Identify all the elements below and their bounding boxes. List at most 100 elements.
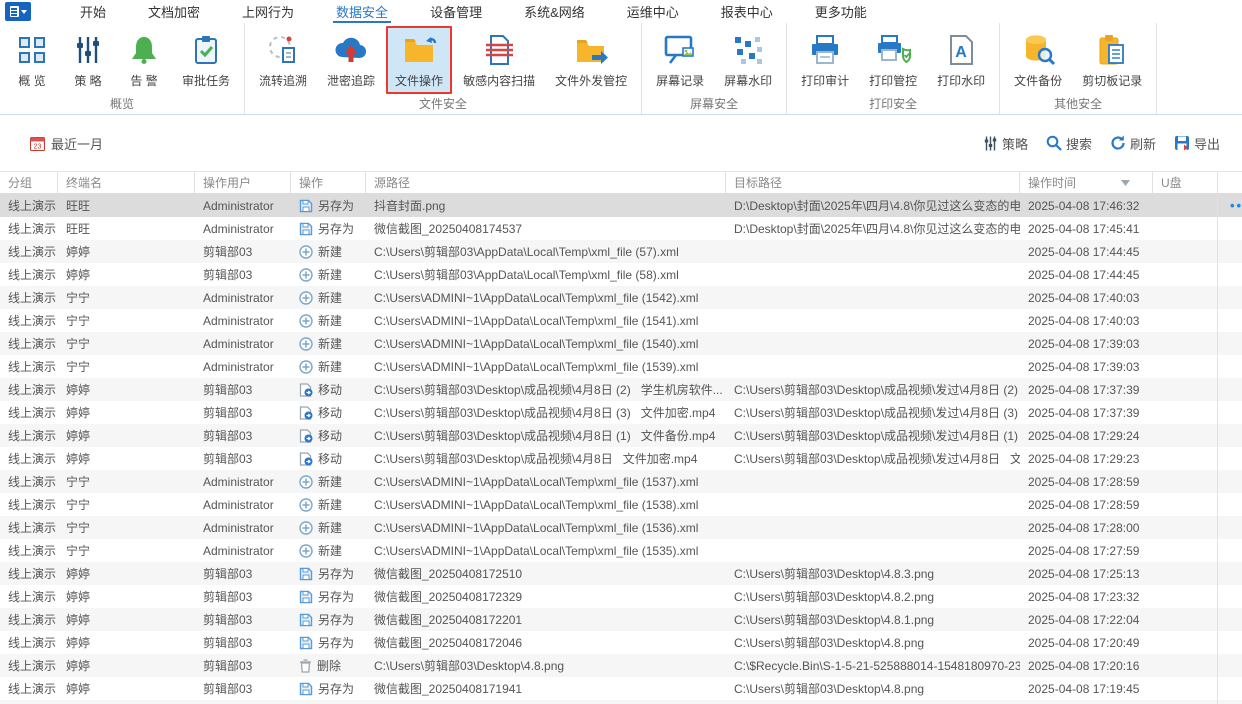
- table-row[interactable]: 线上演示婷婷剪辑部03: [0, 700, 1242, 704]
- table-row[interactable]: 线上演示婷婷剪辑部03另存为微信截图_20250408172201C:\User…: [0, 608, 1242, 631]
- menu-tab-5[interactable]: 设备管理: [409, 0, 503, 23]
- cell-source-path: C:\Users\剪辑部03\Desktop\成品视频\4月8日 (1) 文件备…: [366, 424, 726, 447]
- ribbon-button-label: 剪切板记录: [1082, 72, 1142, 89]
- menu-tab-1[interactable]: 开始: [59, 0, 127, 23]
- ribbon-button-clipboard-record[interactable]: 剪切板记录: [1073, 26, 1151, 94]
- menu-tab-2[interactable]: 文档加密: [127, 0, 221, 23]
- table-row[interactable]: 线上演示婷婷剪辑部03新建C:\Users\剪辑部03\AppData\Loca…: [0, 240, 1242, 263]
- operation-label: 新建: [318, 496, 342, 513]
- cell-time: 2025-04-08 17:20:16: [1020, 654, 1153, 677]
- search-button[interactable]: 搜索: [1046, 134, 1092, 153]
- cell-filler: [1218, 562, 1242, 585]
- ribbon-button-print-control[interactable]: 打印管控: [860, 26, 926, 94]
- ribbon-button-label: 打印审计: [801, 72, 849, 89]
- column-header-5[interactable]: 源路径: [366, 172, 726, 193]
- table-row[interactable]: 线上演示宁宁Administrator新建C:\Users\ADMINI~1\A…: [0, 355, 1242, 378]
- table-row[interactable]: 线上演示婷婷剪辑部03新建C:\Users\剪辑部03\AppData\Loca…: [0, 263, 1242, 286]
- cell-filler: [1218, 263, 1242, 286]
- cell-user: 剪辑部03: [195, 654, 291, 677]
- table-row[interactable]: 线上演示宁宁Administrator新建C:\Users\ADMINI~1\A…: [0, 493, 1242, 516]
- new-icon: [299, 475, 313, 489]
- policy-button[interactable]: 策略: [983, 134, 1028, 153]
- operation-label: 新建: [318, 266, 342, 283]
- print-audit-icon: [807, 30, 843, 70]
- ribbon-button-policy-sliders[interactable]: 策 略: [61, 26, 115, 94]
- cell-source-path: C:\Users\ADMINI~1\AppData\Local\Temp\xml…: [366, 470, 726, 493]
- table-row[interactable]: 线上演示婷婷剪辑部03另存为微信截图_20250408172329C:\User…: [0, 585, 1242, 608]
- menu-tab-8[interactable]: 报表中心: [700, 0, 794, 23]
- menu-tab-4[interactable]: 数据安全: [315, 0, 409, 23]
- cell-usb: [1153, 700, 1218, 704]
- cell-time: 2025-04-08 17:46:32: [1020, 194, 1153, 217]
- column-header-6[interactable]: 目标路径: [726, 172, 1020, 193]
- table-row[interactable]: 线上演示婷婷剪辑部03删除C:\Users\剪辑部03\Desktop\4.8.…: [0, 654, 1242, 677]
- operation-label: 另存为: [318, 220, 354, 237]
- menu-tab-9[interactable]: 更多功能: [794, 0, 888, 23]
- menu-tab-6[interactable]: 系统&网络: [503, 0, 606, 23]
- table-row[interactable]: 线上演示宁宁Administrator新建C:\Users\ADMINI~1\A…: [0, 470, 1242, 493]
- ribbon-button-approval-clipboard[interactable]: 审批任务: [173, 26, 239, 94]
- table-row[interactable]: 线上演示婷婷剪辑部03另存为微信截图_20250408172046C:\User…: [0, 631, 1242, 654]
- app-menu-button[interactable]: [5, 2, 31, 21]
- table-row[interactable]: 线上演示婷婷剪辑部03另存为微信截图_20250408171941C:\User…: [0, 677, 1242, 700]
- ribbon-button-file-operation-folder[interactable]: 文件操作: [386, 26, 452, 94]
- table-row[interactable]: 线上演示旺旺Administrator另存为抖音封面.pngD:\Desktop…: [0, 194, 1242, 217]
- table-row[interactable]: 线上演示宁宁Administrator新建C:\Users\ADMINI~1\A…: [0, 332, 1242, 355]
- ribbon-button-label: 告 警: [130, 72, 157, 89]
- ribbon-button-overview-grid[interactable]: 概 览: [5, 26, 59, 94]
- table-row[interactable]: 线上演示宁宁Administrator新建C:\Users\ADMINI~1\A…: [0, 516, 1242, 539]
- cell-group: 线上演示: [0, 493, 58, 516]
- refresh-button[interactable]: 刷新: [1110, 134, 1156, 153]
- new-icon: [299, 337, 313, 351]
- table-row[interactable]: 线上演示婷婷剪辑部03移动C:\Users\剪辑部03\Desktop\成品视频…: [0, 378, 1242, 401]
- cell-group: 线上演示: [0, 217, 58, 240]
- cell-terminal: 婷婷: [58, 240, 195, 263]
- row-more-actions-button[interactable]: •••: [1226, 198, 1242, 213]
- column-header-8[interactable]: U盘: [1153, 172, 1218, 193]
- table-row[interactable]: 线上演示婷婷剪辑部03另存为微信截图_20250408172510C:\User…: [0, 562, 1242, 585]
- table-row[interactable]: 线上演示宁宁Administrator新建C:\Users\ADMINI~1\A…: [0, 539, 1242, 562]
- menu-tab-3[interactable]: 上网行为: [221, 0, 315, 23]
- column-header-7[interactable]: 操作时间: [1020, 172, 1153, 193]
- column-header-1[interactable]: 分组: [0, 172, 58, 193]
- ribbon-button-file-backup[interactable]: 文件备份: [1005, 26, 1071, 94]
- column-header-3[interactable]: 操作用户: [195, 172, 291, 193]
- ribbon-button-flow-trace[interactable]: 流转追溯: [250, 26, 316, 94]
- column-header-2[interactable]: 终端名: [58, 172, 195, 193]
- export-button[interactable]: 导出: [1174, 134, 1220, 153]
- date-range-picker[interactable]: 23 最近一月: [30, 134, 103, 153]
- menu-bar: 开始文档加密上网行为数据安全设备管理系统&网络运维中心报表中心更多功能: [0, 0, 1242, 23]
- ribbon-button-print-audit[interactable]: 打印审计: [792, 26, 858, 94]
- table-row[interactable]: 线上演示宁宁Administrator新建C:\Users\ADMINI~1\A…: [0, 286, 1242, 309]
- action-label: 导出: [1194, 134, 1220, 153]
- cell-source-path: C:\Users\剪辑部03\Desktop\成品视频\4月8日 (3) 文件加…: [366, 401, 726, 424]
- cell-user: 剪辑部03: [195, 447, 291, 470]
- table-row[interactable]: 线上演示宁宁Administrator新建C:\Users\ADMINI~1\A…: [0, 309, 1242, 332]
- ribbon-button-leak-track-cloud[interactable]: 泄密追踪: [318, 26, 384, 94]
- operation-label: 删除: [317, 657, 341, 674]
- ribbon-button-file-outgoing-folder[interactable]: 文件外发管控: [546, 26, 636, 94]
- print-watermark-icon: A: [943, 30, 979, 70]
- cell-time: 2025-04-08 17:44:45: [1020, 263, 1153, 286]
- ribbon-button-print-watermark[interactable]: A打印水印: [928, 26, 994, 94]
- cell-time: 2025-04-08 17:19:45: [1020, 677, 1153, 700]
- cell-operation: 另存为: [291, 217, 366, 240]
- ribbon-button-screen-watermark[interactable]: 屏幕水印: [715, 26, 781, 94]
- table-row[interactable]: 线上演示旺旺Administrator另存为微信截图_2025040817453…: [0, 217, 1242, 240]
- table-row[interactable]: 线上演示婷婷剪辑部03移动C:\Users\剪辑部03\Desktop\成品视频…: [0, 401, 1242, 424]
- menu-tab-7[interactable]: 运维中心: [606, 0, 700, 23]
- table-row[interactable]: 线上演示婷婷剪辑部03移动C:\Users\剪辑部03\Desktop\成品视频…: [0, 424, 1242, 447]
- column-header-filler: [1218, 172, 1242, 193]
- cell-user: 剪辑部03: [195, 631, 291, 654]
- cell-target-path: [726, 309, 1020, 332]
- column-header-4[interactable]: 操作: [291, 172, 366, 193]
- saveas-icon: [299, 222, 313, 236]
- ribbon-button-alert-bell[interactable]: 告 警: [117, 26, 171, 94]
- ribbon-button-screen-record[interactable]: 屏幕记录: [647, 26, 713, 94]
- table-row[interactable]: 线上演示婷婷剪辑部03移动C:\Users\剪辑部03\Desktop\成品视频…: [0, 447, 1242, 470]
- new-icon: [299, 314, 313, 328]
- ribbon-button-label: 审批任务: [182, 72, 230, 89]
- chevron-down-icon[interactable]: [1121, 180, 1144, 186]
- cell-time: 2025-04-08 17:40:03: [1020, 309, 1153, 332]
- ribbon-button-content-scan[interactable]: 敏感内容扫描: [454, 26, 544, 94]
